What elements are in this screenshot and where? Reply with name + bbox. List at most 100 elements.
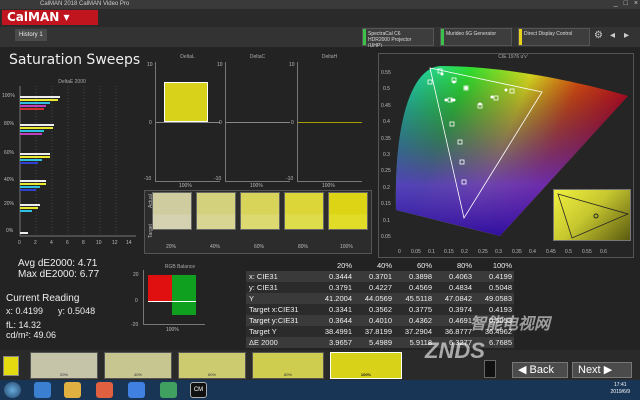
back-button[interactable]: ◀ Back <box>512 362 568 378</box>
de-x-tick: 4 <box>50 240 53 246</box>
cie-y-tick: 0.45 <box>381 103 391 109</box>
minimize-icon[interactable]: _ <box>614 0 618 7</box>
de-x-tick: 8 <box>82 240 85 246</box>
bar-60-blue <box>20 162 38 164</box>
tab-history[interactable]: History 1 <box>15 29 47 41</box>
deltac-tick: 0 <box>219 120 222 126</box>
bar-80-white <box>20 124 54 126</box>
table-header: 20% 40% 60% 80% 100% <box>246 260 514 271</box>
cie-x-tick: 0.3 <box>495 249 502 255</box>
device-meter[interactable]: SpectraCal C6 HDR2000 Projector (UHP) <box>362 28 434 49</box>
device-display[interactable]: Direct Display Control <box>518 28 590 46</box>
swatch-label: 80% <box>298 244 309 250</box>
cie-y-tick: 0.1 <box>383 218 390 224</box>
measurement-table: 20% 40% 60% 80% 100% x: CIE31 0.3444 0.370… <box>246 260 514 348</box>
patch-tile-20[interactable]: 20% <box>30 352 98 379</box>
cie-x-tick: 0.4 <box>529 249 536 255</box>
deltah-x: 100% <box>322 183 335 189</box>
nav-left-icon[interactable]: ◂ <box>610 30 615 41</box>
close-icon[interactable]: × <box>634 0 638 7</box>
de-chart <box>19 86 136 237</box>
max-de: Max dE2000: 6.77 <box>18 269 100 280</box>
deltah-tick: 10 <box>289 62 295 68</box>
rgb-tick: 20 <box>133 272 139 278</box>
deltal-x: 100% <box>179 183 192 189</box>
swatch-60 <box>240 192 280 230</box>
cie-y-tick: 0.25 <box>381 168 391 174</box>
cie-y-tick: 0.2 <box>383 185 390 191</box>
table-row[interactable]: y: CIE31 0.3791 0.4227 0.4569 0.4834 0.5048 <box>246 282 514 293</box>
bar-60-cyan <box>20 159 42 161</box>
bar-80-cyan <box>20 130 44 132</box>
bar-20-white <box>20 204 40 206</box>
device-generator[interactable]: Murideo 6G Generator <box>440 28 512 46</box>
media-icon[interactable] <box>96 382 113 398</box>
bar-40-blue <box>20 189 36 191</box>
de-x-tick: 6 <box>66 240 69 246</box>
device-label: Murideo 6G Generator <box>446 31 497 37</box>
reading-cd: cd/m²: 49.06 <box>6 330 57 340</box>
swatch-80 <box>284 192 324 230</box>
reading-fl: fL: 14.32 <box>6 320 42 330</box>
bar-20-yellow <box>20 207 38 209</box>
deltac-tick: -10 <box>214 176 222 182</box>
bar-40-cyan <box>20 186 40 188</box>
calman-taskbar-icon[interactable]: CM <box>190 382 207 398</box>
explorer-icon[interactable] <box>64 382 81 398</box>
swatch-40 <box>196 192 236 230</box>
ie-icon[interactable] <box>34 382 51 398</box>
nav-right-icon[interactable]: ▸ <box>624 30 629 41</box>
rgb-x: 100% <box>166 327 179 333</box>
deltal-chart <box>155 62 220 182</box>
status-indicator <box>519 29 522 45</box>
deltac-tick: 10 <box>217 62 223 68</box>
clock-date: 2019/6/9 <box>610 389 630 395</box>
maximize-icon[interactable]: □ <box>624 0 628 7</box>
table-row[interactable]: x: CIE31 0.3444 0.3701 0.3898 0.4063 0.4199 <box>246 271 514 282</box>
deltal-tick: 10 <box>147 62 153 68</box>
capture-button[interactable] <box>484 360 496 378</box>
window-title: CalMAN 2018 CalMAN Video Pro <box>40 1 130 7</box>
patch-tile-40[interactable]: 40% <box>104 352 172 379</box>
swatch-label: 40% <box>210 244 221 250</box>
reading-y: y: 0.5048 <box>58 306 96 316</box>
calman-logo: CalMAN ▾ <box>2 10 98 25</box>
col-header: 80% <box>456 261 472 270</box>
swatch-label: 20% <box>166 244 177 250</box>
cie-x-tick: 0.6 <box>600 249 607 255</box>
cie-y-tick: 0.4 <box>383 119 390 125</box>
start-icon[interactable] <box>4 382 21 398</box>
next-arrow-icon: ▶ <box>603 364 613 376</box>
cie-y-tick: 0.55 <box>381 70 391 76</box>
cie-y-tick: 0.35 <box>381 136 391 142</box>
bar-40-yellow <box>20 183 46 185</box>
next-button[interactable]: Next ▶ <box>572 362 632 378</box>
cie-x-tick: 0.45 <box>546 249 556 255</box>
bar-100-white <box>20 96 60 98</box>
logo-text: CalMAN <box>7 10 60 24</box>
app-icon[interactable] <box>128 382 145 398</box>
col-header: 100% <box>492 261 512 270</box>
page-title: Saturation Sweeps <box>9 52 141 68</box>
bar-100-red <box>20 108 44 110</box>
patch-tile-60[interactable]: 60% <box>178 352 246 379</box>
settings-gear-icon[interactable]: ⚙ <box>594 30 603 41</box>
window-controls: _ □ × <box>614 0 638 7</box>
deltal-title: DeltaL <box>180 54 195 60</box>
rgb-tick: 0 <box>135 298 138 304</box>
rgb-green-bar <box>172 275 196 315</box>
table-row[interactable]: Y 41.2004 44.0569 45.5118 47.0842 49.0583 <box>246 293 514 304</box>
back-arrow-icon: ◀ <box>518 364 527 376</box>
patch-tile-80[interactable]: 80% <box>252 352 324 379</box>
patch-tile-100[interactable]: 100% <box>330 352 402 379</box>
cie-zoom-inset <box>553 189 631 241</box>
watermark-text: 智能电视网 <box>470 316 551 333</box>
cie-x-tick: 0.1 <box>428 249 435 255</box>
chrome-icon[interactable] <box>160 382 177 398</box>
deltah-title: DeltaH <box>321 54 338 60</box>
col-header: 20% <box>336 261 352 270</box>
cie-y-tick: 0.15 <box>381 201 391 207</box>
cie-x-tick: 0.55 <box>582 249 592 255</box>
swatch-100 <box>328 192 368 230</box>
rgb-zero-line <box>148 301 196 302</box>
